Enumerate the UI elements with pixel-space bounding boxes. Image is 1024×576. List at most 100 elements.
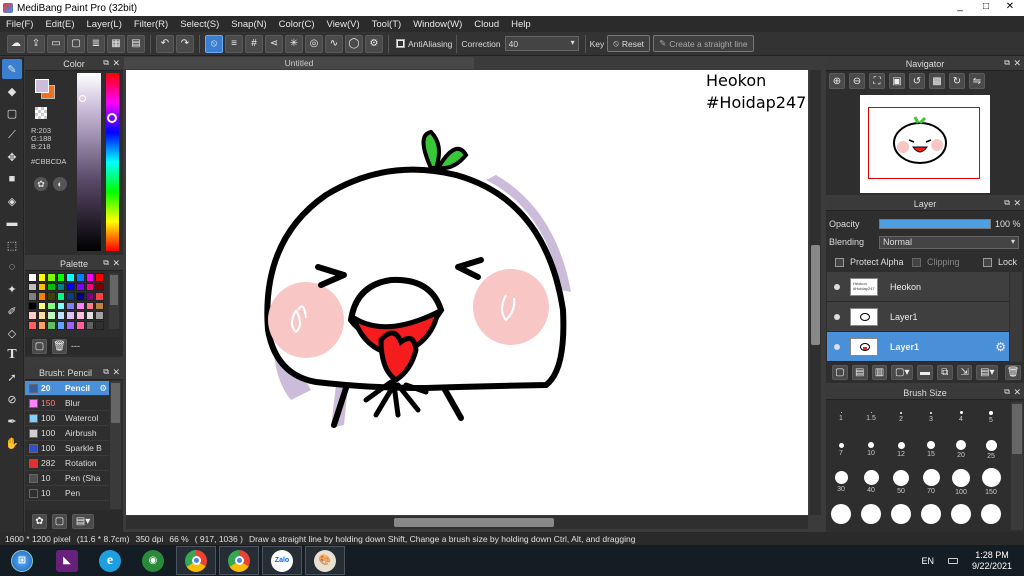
palette-swatch[interactable] — [28, 292, 37, 301]
taskbar-visual-studio[interactable]: ◣ — [47, 546, 87, 575]
palette-swatch[interactable] — [56, 301, 66, 311]
brush-size-cell[interactable]: 12 — [886, 435, 916, 465]
eraser-tool-icon[interactable]: ◆ — [2, 81, 22, 101]
protect-alpha-checkbox[interactable] — [835, 257, 844, 267]
new-file-icon[interactable]: ▢ — [67, 34, 85, 53]
ellipse-snap-icon[interactable]: ◯ — [345, 34, 363, 53]
text-tool-icon[interactable]: T — [2, 345, 22, 365]
canvas-horizontal-scrollbar[interactable] — [126, 516, 808, 529]
actual-size-icon[interactable]: ▣ — [889, 73, 905, 89]
brush-size-cell[interactable]: 50 — [886, 467, 916, 497]
merge-layer-icon[interactable]: ⇲ — [956, 364, 973, 380]
snap-settings-icon[interactable]: ⚙ — [365, 34, 383, 53]
undock-icon[interactable]: ⧉ — [103, 58, 109, 68]
undock-icon[interactable]: ⧉ — [1004, 58, 1010, 68]
menu-view[interactable]: View(V) — [321, 19, 366, 30]
transparent-color-swatch[interactable] — [35, 107, 47, 119]
brush-size-cell[interactable] — [856, 500, 886, 530]
taskbar-game-app[interactable]: ◉ — [133, 546, 173, 575]
brightness-slider[interactable] — [77, 73, 101, 251]
flip-icon[interactable]: ⇋ — [969, 73, 985, 89]
palette-swatch[interactable] — [95, 301, 104, 311]
navigator-preview[interactable] — [860, 95, 990, 193]
straight-line-button[interactable]: ✎ Create a straight line — [653, 35, 754, 52]
new-layer-icon[interactable]: ▢ — [832, 364, 848, 380]
brush-size-cell[interactable]: 30 — [826, 467, 856, 497]
brush-size-cell[interactable]: 10 — [856, 435, 886, 465]
menu-filter[interactable]: Filter(R) — [128, 19, 174, 30]
palette-swatch[interactable] — [37, 320, 47, 330]
brush-size-cell[interactable]: 40 — [856, 467, 886, 497]
dot-tool-icon[interactable]: ⟋ — [2, 125, 22, 145]
palette-swatch[interactable] — [56, 320, 66, 330]
palette-swatch[interactable] — [37, 292, 47, 301]
close-icon[interactable]: ✕ — [112, 258, 120, 269]
brush-size-cell[interactable]: 20 — [946, 435, 976, 465]
duplicate-layer-icon[interactable]: ⧉ — [936, 364, 953, 380]
palette-swatch[interactable] — [28, 273, 37, 282]
layer-row[interactable]: Heokon #Hoidap247 Heokon — [827, 272, 1009, 302]
brush-size-cell[interactable]: 1 — [826, 402, 856, 432]
taskbar-zalo[interactable]: Zalo — [262, 546, 302, 575]
brush-size-cell[interactable]: 70 — [916, 467, 946, 497]
canvas-vertical-scrollbar[interactable] — [810, 70, 821, 515]
cross-snap-icon[interactable]: ✳ — [285, 34, 303, 53]
palette-swatch[interactable] — [75, 282, 85, 292]
brush-menu-icon[interactable]: ▤▾ — [72, 513, 94, 529]
zoom-in-icon[interactable]: ⊕ — [829, 73, 845, 89]
magic-wand-tool-icon[interactable]: ✦ — [2, 279, 22, 299]
brush-size-cell[interactable]: 1.5 — [856, 402, 886, 432]
palette-scroll-thumb[interactable] — [110, 275, 118, 305]
close-button[interactable]: ✕ — [998, 0, 1022, 16]
start-button[interactable]: ⊞ — [0, 546, 44, 575]
close-icon[interactable]: ✕ — [112, 367, 120, 378]
taskbar-chrome[interactable] — [176, 546, 216, 575]
palette-swatch[interactable] — [75, 311, 85, 320]
menu-help[interactable]: Help — [505, 19, 537, 30]
palette-swatch[interactable] — [47, 292, 56, 301]
color-mix-icon[interactable]: ◐ — [53, 177, 67, 191]
palette-swatch[interactable] — [28, 320, 37, 330]
palette-swatch[interactable] — [47, 311, 56, 320]
pen-tool-icon[interactable]: ✒ — [2, 411, 22, 431]
layer-scrollbar[interactable] — [1010, 272, 1022, 362]
palette-swatch[interactable] — [95, 273, 104, 282]
brush-size-cell[interactable]: 3 — [916, 402, 946, 432]
visibility-icon[interactable] — [834, 283, 840, 290]
palette-swatch[interactable] — [85, 311, 95, 320]
menu-cloud[interactable]: Cloud — [468, 19, 505, 30]
close-icon[interactable]: ✕ — [112, 58, 120, 69]
palette-swatch[interactable] — [37, 311, 47, 320]
brush-size-cell[interactable]: 15 — [916, 435, 946, 465]
brush-size-cell[interactable]: 2 — [886, 402, 916, 432]
curve-snap-icon[interactable]: ∿ — [325, 34, 343, 53]
fit-icon[interactable]: ⛶ — [869, 73, 885, 89]
menu-window[interactable]: Window(W) — [407, 19, 468, 30]
brush-item[interactable]: 10 Pen — [25, 486, 109, 501]
document-icon[interactable]: ≣ — [87, 34, 105, 53]
brush-size-cell[interactable] — [886, 500, 916, 530]
brush-size-scroll-thumb[interactable] — [1012, 404, 1022, 454]
opacity-slider[interactable] — [879, 219, 991, 229]
cloud-icon[interactable]: ☁ — [7, 34, 25, 53]
antialiasing-checkbox[interactable] — [396, 39, 405, 48]
visibility-icon[interactable] — [834, 313, 840, 320]
palette-swatch[interactable] — [85, 292, 95, 301]
brush-tool-icon[interactable]: ✎ — [2, 59, 22, 79]
layer-menu-icon[interactable]: ▤▾ — [976, 364, 999, 380]
brush-size-cell[interactable] — [826, 500, 856, 530]
horizontal-scroll-thumb[interactable] — [394, 518, 554, 527]
parallel-snap-icon[interactable]: ≡ — [225, 34, 243, 53]
share-icon[interactable]: ⇪ — [27, 34, 45, 53]
taskbar-internet-explorer[interactable]: e — [90, 546, 130, 575]
copy-brush-icon[interactable]: ▢ — [52, 513, 67, 529]
undock-icon[interactable]: ⧉ — [1004, 387, 1010, 397]
brush-item[interactable]: 20 Pencil ⚙ — [25, 381, 109, 396]
material-icon[interactable]: ▦ — [107, 34, 125, 53]
snap-off-icon[interactable]: ⦸ — [205, 34, 223, 53]
palette-swatch[interactable] — [95, 311, 104, 320]
palette-swatch[interactable] — [95, 292, 104, 301]
brush-size-cell[interactable]: 5 — [976, 402, 1006, 432]
reset-rotation-icon[interactable]: ▩ — [929, 73, 945, 89]
palette-swatch[interactable] — [85, 301, 95, 311]
